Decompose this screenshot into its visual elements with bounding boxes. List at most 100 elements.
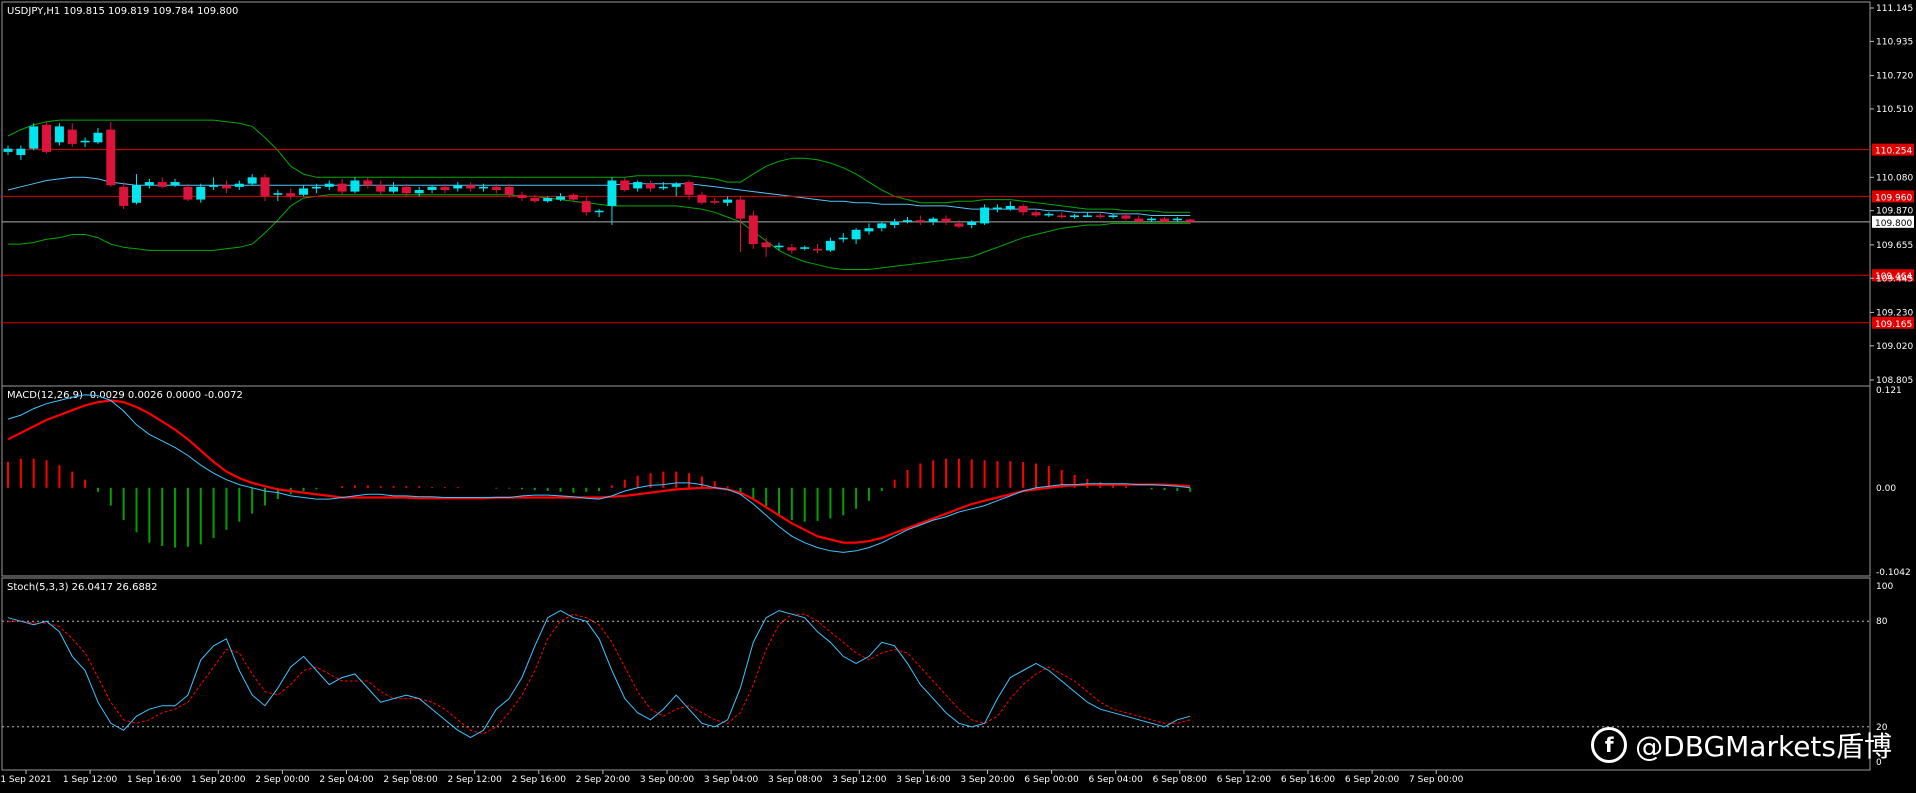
stoch-axis-label: 80 [1876, 617, 1888, 627]
candle-body [337, 183, 347, 192]
stoch-main-line [7, 610, 1191, 738]
candle-body [530, 197, 540, 202]
time-axis-label: 3 Sep 08:00 [768, 775, 823, 785]
time-axis-label: 2 Sep 04:00 [319, 775, 374, 785]
macd-label: MACD(12,26,9) -0.0029 0.0026 0.0000 -0.0… [7, 390, 243, 401]
candle-body [427, 186, 437, 191]
candle-body [684, 182, 694, 195]
candle-body [671, 183, 681, 187]
price-axis-label: 110.935 [1876, 37, 1913, 47]
candle-body [735, 199, 745, 219]
candle-body [1031, 212, 1041, 216]
candle-body [1147, 218, 1157, 221]
time-axis-label: 1 Sep 12:00 [63, 775, 118, 785]
candle-body [825, 240, 835, 251]
price-axis-label: 111.145 [1876, 4, 1913, 14]
candle-body [144, 182, 154, 186]
price-axis-label: 109.445 [1876, 274, 1913, 284]
time-axis-label: 6 Sep 04:00 [1089, 775, 1144, 785]
macd-axis-label: 0.00 [1876, 484, 1896, 494]
candle-body [594, 210, 604, 213]
candle-body [1005, 205, 1015, 210]
candle-body [1160, 218, 1169, 222]
dbg-logo-icon: f [1591, 727, 1628, 763]
time-axis-label: 3 Sep 20:00 [960, 775, 1015, 785]
candle-body [350, 180, 360, 192]
price-axis-label: 109.020 [1876, 342, 1913, 352]
candle-body [928, 218, 938, 222]
price-axis-label: 110.510 [1876, 105, 1913, 115]
level-price-label: 110.254 [1875, 147, 1912, 157]
candle-body [1018, 205, 1028, 213]
chart-canvas[interactable]: USDJPY,H1 109.815 109.819 109.784 109.80… [0, 0, 1916, 789]
price-axis-label: 108.805 [1876, 376, 1913, 386]
candle-body [877, 223, 887, 229]
candle-body [517, 194, 527, 198]
candle-body [838, 237, 848, 240]
time-axis-label: 6 Sep 20:00 [1345, 775, 1400, 785]
candle-body [1172, 218, 1182, 221]
candle-body [568, 194, 578, 200]
candle-body [992, 207, 1002, 210]
candle-body [1082, 215, 1092, 217]
candle-body [440, 186, 450, 191]
watermark-text: @DBGMarkets盾博 [1635, 730, 1892, 763]
candle-body [954, 223, 964, 227]
trading-chart[interactable]: USDJPY,H1 109.815 109.819 109.784 109.80… [0, 0, 1916, 789]
candle-body [260, 177, 270, 197]
watermark: f @DBGMarkets盾博 [1591, 725, 1892, 765]
time-axis-label: 3 Sep 04:00 [704, 775, 759, 785]
candle-body [196, 186, 206, 200]
candle-body [491, 186, 501, 191]
candle-body [774, 245, 784, 248]
macd-series [7, 394, 1192, 553]
candle-body [67, 129, 77, 144]
candle-body [80, 140, 90, 143]
candle-body [633, 182, 643, 189]
macd-main-line [7, 394, 1191, 553]
time-axis-label: 7 Sep 00:00 [1409, 775, 1464, 785]
candle-body [800, 247, 810, 249]
price-axis-label: 109.230 [1876, 308, 1913, 318]
time-axis-label: 6 Sep 08:00 [1153, 775, 1208, 785]
candle-body [299, 188, 309, 195]
price-series [2, 119, 1870, 324]
candle-body [787, 247, 797, 251]
level-price-label: 109.165 [1875, 320, 1912, 330]
candle-body [311, 186, 321, 189]
candle-body [851, 229, 861, 240]
stoch-axis-label: 100 [1876, 582, 1893, 592]
candle-body [93, 132, 103, 143]
candle-body [1070, 215, 1080, 218]
candle-body [106, 129, 116, 186]
time-axis-label: 2 Sep 00:00 [255, 775, 310, 785]
candle-body [453, 185, 463, 189]
price-axis-label: 109.870 [1876, 207, 1913, 217]
candle-body [748, 215, 758, 245]
level-price-label: 109.960 [1875, 193, 1912, 203]
candle-body [221, 185, 231, 189]
candle-body [967, 221, 977, 225]
candle-body [466, 185, 476, 189]
time-axis-label: 3 Sep 16:00 [896, 775, 951, 785]
price-axis-label: 109.655 [1876, 241, 1913, 251]
candle-body [401, 186, 411, 194]
price-axis-label: 110.080 [1876, 173, 1913, 183]
candle-body [273, 193, 283, 195]
candle-body [903, 220, 912, 222]
candle-body [710, 201, 720, 203]
candle-body [1044, 213, 1054, 216]
time-axis-label: 2 Sep 16:00 [512, 775, 567, 785]
candle-body [29, 126, 39, 149]
stoch-signal-line [8, 613, 1191, 735]
candle-body [157, 182, 167, 187]
candle-body [209, 185, 219, 187]
candle-body [1095, 215, 1105, 218]
candle-body [363, 180, 373, 186]
candle-body [234, 183, 244, 187]
candle-body [941, 218, 951, 222]
time-axis-label: 1 Sep 2021 [0, 775, 51, 785]
time-axis-label: 6 Sep 16:00 [1281, 775, 1336, 785]
candle-body [119, 186, 129, 206]
candle-body [607, 180, 617, 206]
